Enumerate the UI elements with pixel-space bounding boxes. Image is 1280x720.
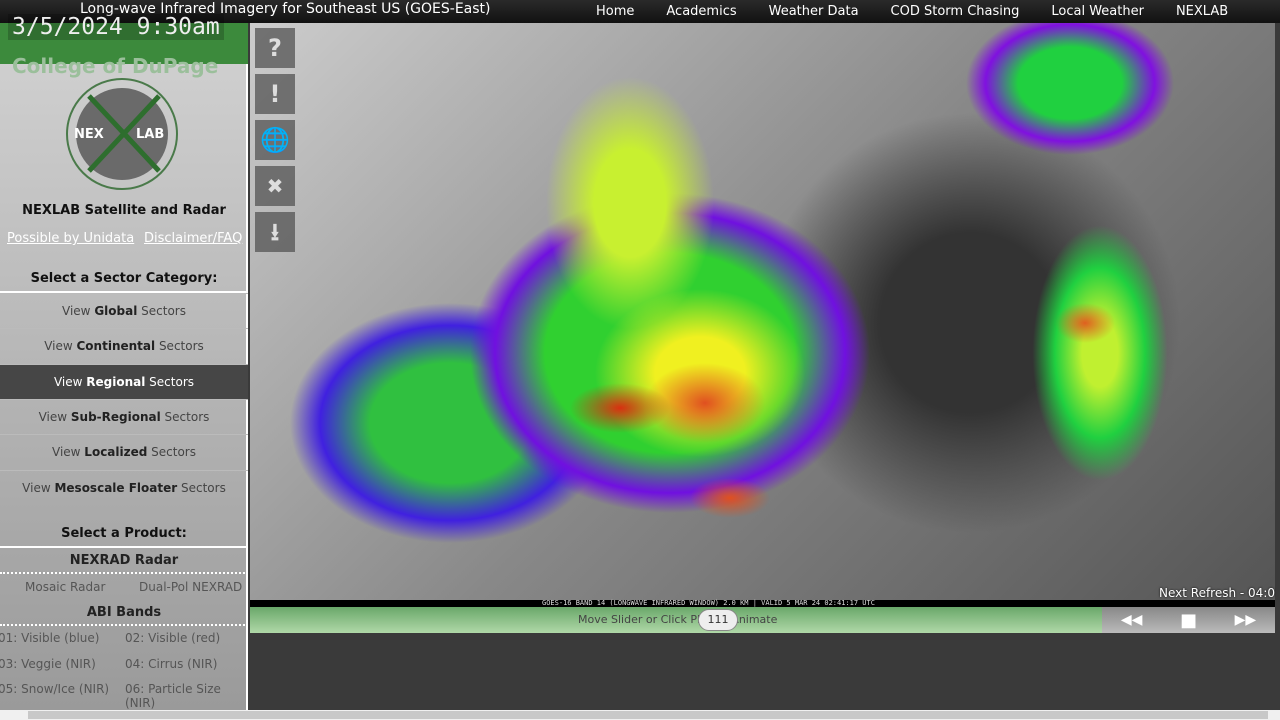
help-icon[interactable]: ? [255, 28, 295, 68]
sector-regional[interactable]: View Regional Sectors [0, 363, 248, 399]
band-05[interactable]: 05: Snow/Ice (NIR) [0, 682, 109, 696]
sector-mesoscale-floater[interactable]: View Mesoscale Floater Sectors [0, 469, 248, 505]
nav-weather-data[interactable]: Weather Data [753, 0, 875, 23]
nav-nexlab[interactable]: NEXLAB [1160, 0, 1244, 23]
sector-name: Localized [84, 445, 148, 460]
site-name: NEXLAB Satellite and Radar [22, 203, 226, 218]
download-icon[interactable]: ⭳ [255, 212, 295, 252]
animation-controls: ◀◀ ■ ▶▶ [1102, 607, 1275, 633]
sector-suffix: Sectors [147, 445, 196, 460]
sector-localized[interactable]: View Localized Sectors [0, 434, 248, 469]
step-forward-button[interactable]: ▶▶ [1235, 612, 1257, 628]
unidata-link[interactable]: Possible by Unidata [7, 231, 134, 246]
mosaic-radar-link[interactable]: Mosaic Radar [25, 580, 105, 594]
sector-prefix: View [38, 409, 71, 424]
sidebar: College of DuPage 3/5/2024 9:30am NEX LA… [0, 0, 248, 710]
satellite-icon[interactable]: ✖ [255, 166, 295, 206]
sector-sub-regional[interactable]: View Sub-Regional Sectors [0, 398, 248, 434]
dual-pol-link[interactable]: Dual-Pol NEXRAD [139, 580, 242, 594]
sector-suffix: Sectors [160, 409, 210, 424]
sector-prefix: View [53, 374, 87, 389]
step-back-button[interactable]: ◀◀ [1121, 612, 1143, 628]
divider [0, 572, 248, 574]
college-name[interactable]: College of DuPage [12, 54, 218, 78]
slider-label: Move Slider or Click Play to Animate [578, 613, 778, 626]
globe-icon[interactable]: 🌐 [255, 120, 295, 160]
disclaimer-link[interactable]: Disclaimer/FAQ [144, 231, 242, 246]
main-nav: Home Academics Weather Data COD Storm Ch… [580, 0, 1244, 23]
clock: 3/5/2024 9:30am [8, 14, 224, 40]
sector-name: Continental [76, 339, 156, 354]
nav-storm-chasing[interactable]: COD Storm Chasing [875, 0, 1036, 23]
sector-suffix: Sectors [177, 480, 226, 495]
scrollbar-thumb[interactable] [28, 711, 1268, 719]
nav-academics[interactable]: Academics [650, 0, 752, 23]
product-heading: Select a Product: [61, 526, 187, 541]
abi-heading: ABI Bands [86, 605, 162, 620]
stop-button[interactable]: ■ [1180, 610, 1197, 631]
sector-suffix: Sectors [155, 339, 204, 354]
sector-prefix: View [44, 339, 77, 354]
band-01[interactable]: 01: Visible (blue) [0, 631, 99, 645]
logo-text-lab: LAB [136, 127, 164, 142]
sector-name: Mesoscale Floater [54, 480, 178, 495]
next-refresh: Next Refresh - 04:0 [1159, 586, 1275, 600]
horizontal-scrollbar[interactable] [0, 710, 1280, 720]
band-06[interactable]: 06: Particle Size (NIR) [125, 682, 246, 710]
logo-text-nex: NEX [74, 127, 104, 142]
sector-name: Global [94, 304, 138, 318]
nav-home[interactable]: Home [580, 0, 650, 23]
band-03[interactable]: 03: Veggie (NIR) [0, 657, 96, 671]
sector-suffix: Sectors [137, 304, 186, 318]
slider-handle[interactable]: 111 [698, 609, 738, 631]
map-toolbar: ? ! 🌐 ✖ ⭳ [255, 28, 295, 258]
sector-heading: Select a Sector Category: [30, 271, 218, 286]
satellite-image[interactable] [250, 23, 1275, 600]
sector-prefix: View [22, 480, 55, 495]
band-04[interactable]: 04: Cirrus (NIR) [125, 657, 217, 671]
divider [0, 624, 248, 626]
divider [0, 546, 248, 548]
sector-prefix: View [62, 304, 95, 318]
sector-name: Regional [86, 374, 146, 389]
alert-icon[interactable]: ! [255, 74, 295, 114]
sector-suffix: Sectors [145, 374, 195, 389]
sector-continental[interactable]: View Continental Sectors [0, 328, 248, 363]
sector-name: Sub-Regional [70, 409, 161, 424]
image-caption: GOES-16 BAND 14 (LONGWAVE INFRARED WINDO… [250, 600, 1275, 607]
radar-heading: NEXRAD Radar [69, 553, 179, 568]
band-02[interactable]: 02: Visible (red) [125, 631, 220, 645]
animation-slider[interactable]: Move Slider or Click Play to Animate 111 [250, 607, 1102, 633]
sector-global[interactable]: View Global Sectors [0, 293, 248, 328]
nav-local-weather[interactable]: Local Weather [1035, 0, 1160, 23]
sector-prefix: View [52, 445, 85, 460]
nexlab-logo: NEX LAB [66, 78, 178, 190]
